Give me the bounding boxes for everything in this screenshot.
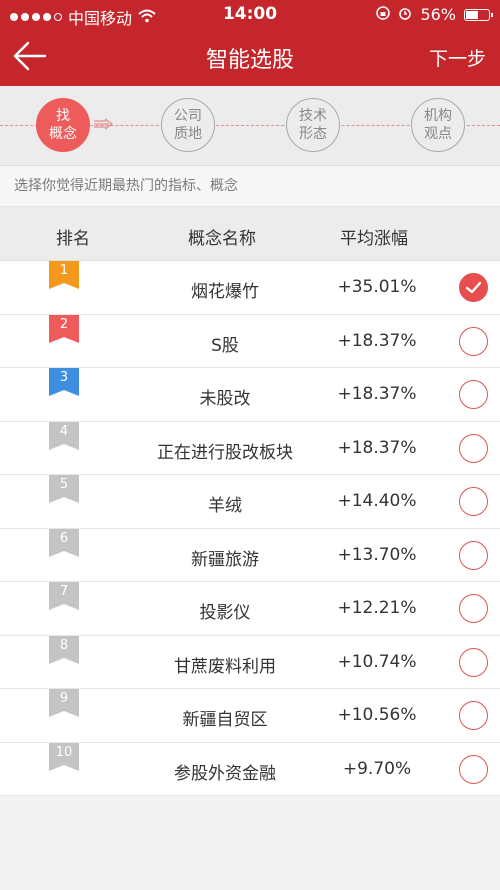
- rank-badge: 4: [49, 421, 79, 450]
- table-row[interactable]: 5 羊绒 +14.40%: [0, 475, 500, 529]
- rank-badge: 2: [49, 314, 79, 343]
- rank-badge: 6: [49, 528, 79, 557]
- header-rank: 排名: [56, 229, 90, 249]
- page-title: 智能选股: [205, 48, 294, 73]
- step-institution-view[interactable]: 机构 观点: [411, 98, 465, 152]
- table-row[interactable]: 2 S股 +18.37%: [0, 314, 500, 368]
- table-row[interactable]: 3 未股改 +18.37%: [0, 368, 500, 422]
- concept-name: 烟花爆竹: [191, 282, 259, 302]
- concept-name: 投影仪: [199, 603, 251, 623]
- table-row[interactable]: 9 新疆自贸区 +10.56%: [0, 689, 500, 743]
- rank-badge: 9: [49, 689, 79, 717]
- concept-list: 1 烟花爆竹 +35.01% 2 S股 +18.37% 3 未股改 +18.37% 4 正在进行股改…: [0, 261, 500, 796]
- concept-name: 正在进行股改板块: [157, 442, 293, 463]
- table-row[interactable]: 4 正在进行股改板块 +18.37%: [0, 421, 500, 475]
- concept-name: 参股外资金融: [174, 763, 276, 784]
- select-checkbox[interactable]: [459, 647, 488, 677]
- nav-bar: 智能选股 下一步: [0, 30, 500, 86]
- rank-badge: 1: [49, 261, 79, 289]
- hint-text: 选择你觉得近期最热门的指标、概念: [0, 166, 500, 207]
- average-change: +18.37%: [337, 384, 417, 404]
- checkmark-icon: [465, 281, 482, 294]
- status-bar: 中国移动 14:00 56%: [0, 0, 500, 30]
- concept-name: 羊绒: [208, 496, 242, 516]
- table-row[interactable]: 1 烟花爆竹 +35.01%: [0, 261, 500, 315]
- battery-icon: [464, 8, 493, 21]
- rank-badge: 3: [49, 368, 79, 396]
- status-right: 56%: [376, 5, 493, 24]
- select-checkbox[interactable]: [459, 594, 488, 623]
- table-row[interactable]: 6 新疆旅游 +13.70%: [0, 528, 500, 582]
- select-checkbox[interactable]: [459, 487, 488, 516]
- average-change: +35.01%: [337, 277, 417, 297]
- concept-name: 未股改: [199, 389, 251, 409]
- rank-badge: 8: [49, 635, 79, 664]
- rank-badge: 10: [49, 742, 79, 771]
- header-average-change: 平均涨幅: [340, 229, 408, 249]
- average-change: +12.21%: [337, 598, 417, 618]
- select-checkbox[interactable]: [459, 701, 488, 730]
- step-find-concept[interactable]: 找概念: [36, 98, 90, 152]
- select-checkbox[interactable]: [459, 326, 488, 356]
- select-checkbox[interactable]: [459, 540, 488, 570]
- step-technical-pattern[interactable]: 技术 形态: [286, 98, 340, 152]
- progress-arrow-icon: [94, 118, 114, 130]
- average-change: +9.70%: [342, 758, 412, 779]
- average-change: +14.40%: [337, 491, 417, 511]
- concept-name: S股: [211, 335, 239, 356]
- rank-badge: 5: [49, 475, 79, 503]
- select-checkbox[interactable]: [459, 754, 488, 784]
- header-concept-name: 概念名称: [188, 229, 256, 249]
- select-checkbox[interactable]: [459, 273, 488, 302]
- alarm-icon: [398, 5, 412, 24]
- concept-name: 新疆自贸区: [182, 710, 268, 730]
- rotation-lock-icon: [376, 5, 391, 24]
- table-row[interactable]: 8 甘蔗废料利用 +10.74%: [0, 635, 500, 689]
- average-change: +10.56%: [337, 705, 417, 725]
- average-change: +18.37%: [337, 330, 417, 351]
- battery-percent: 56%: [420, 5, 456, 24]
- average-change: +18.37%: [337, 437, 417, 458]
- select-checkbox[interactable]: [459, 380, 488, 409]
- step-company-quality[interactable]: 公司 质地: [161, 98, 215, 152]
- concept-name: 甘蔗废料利用: [174, 656, 276, 677]
- table-row[interactable]: 7 投影仪 +12.21%: [0, 582, 500, 636]
- select-checkbox[interactable]: [459, 433, 488, 463]
- table-row[interactable]: 10 参股外资金融 +9.70%: [0, 742, 500, 796]
- concept-name: 新疆旅游: [191, 549, 259, 570]
- average-change: +10.74%: [337, 651, 417, 672]
- next-step-button[interactable]: 下一步: [429, 44, 486, 71]
- step-indicator: 找概念 公司 质地 技术 形态 机构 观点: [0, 86, 500, 166]
- rank-badge: 7: [49, 582, 79, 610]
- table-header: 排名 概念名称 平均涨幅: [0, 207, 500, 261]
- app-header: 中国移动 14:00 56% 智能选股 下一步: [0, 0, 500, 86]
- average-change: +13.70%: [337, 544, 417, 565]
